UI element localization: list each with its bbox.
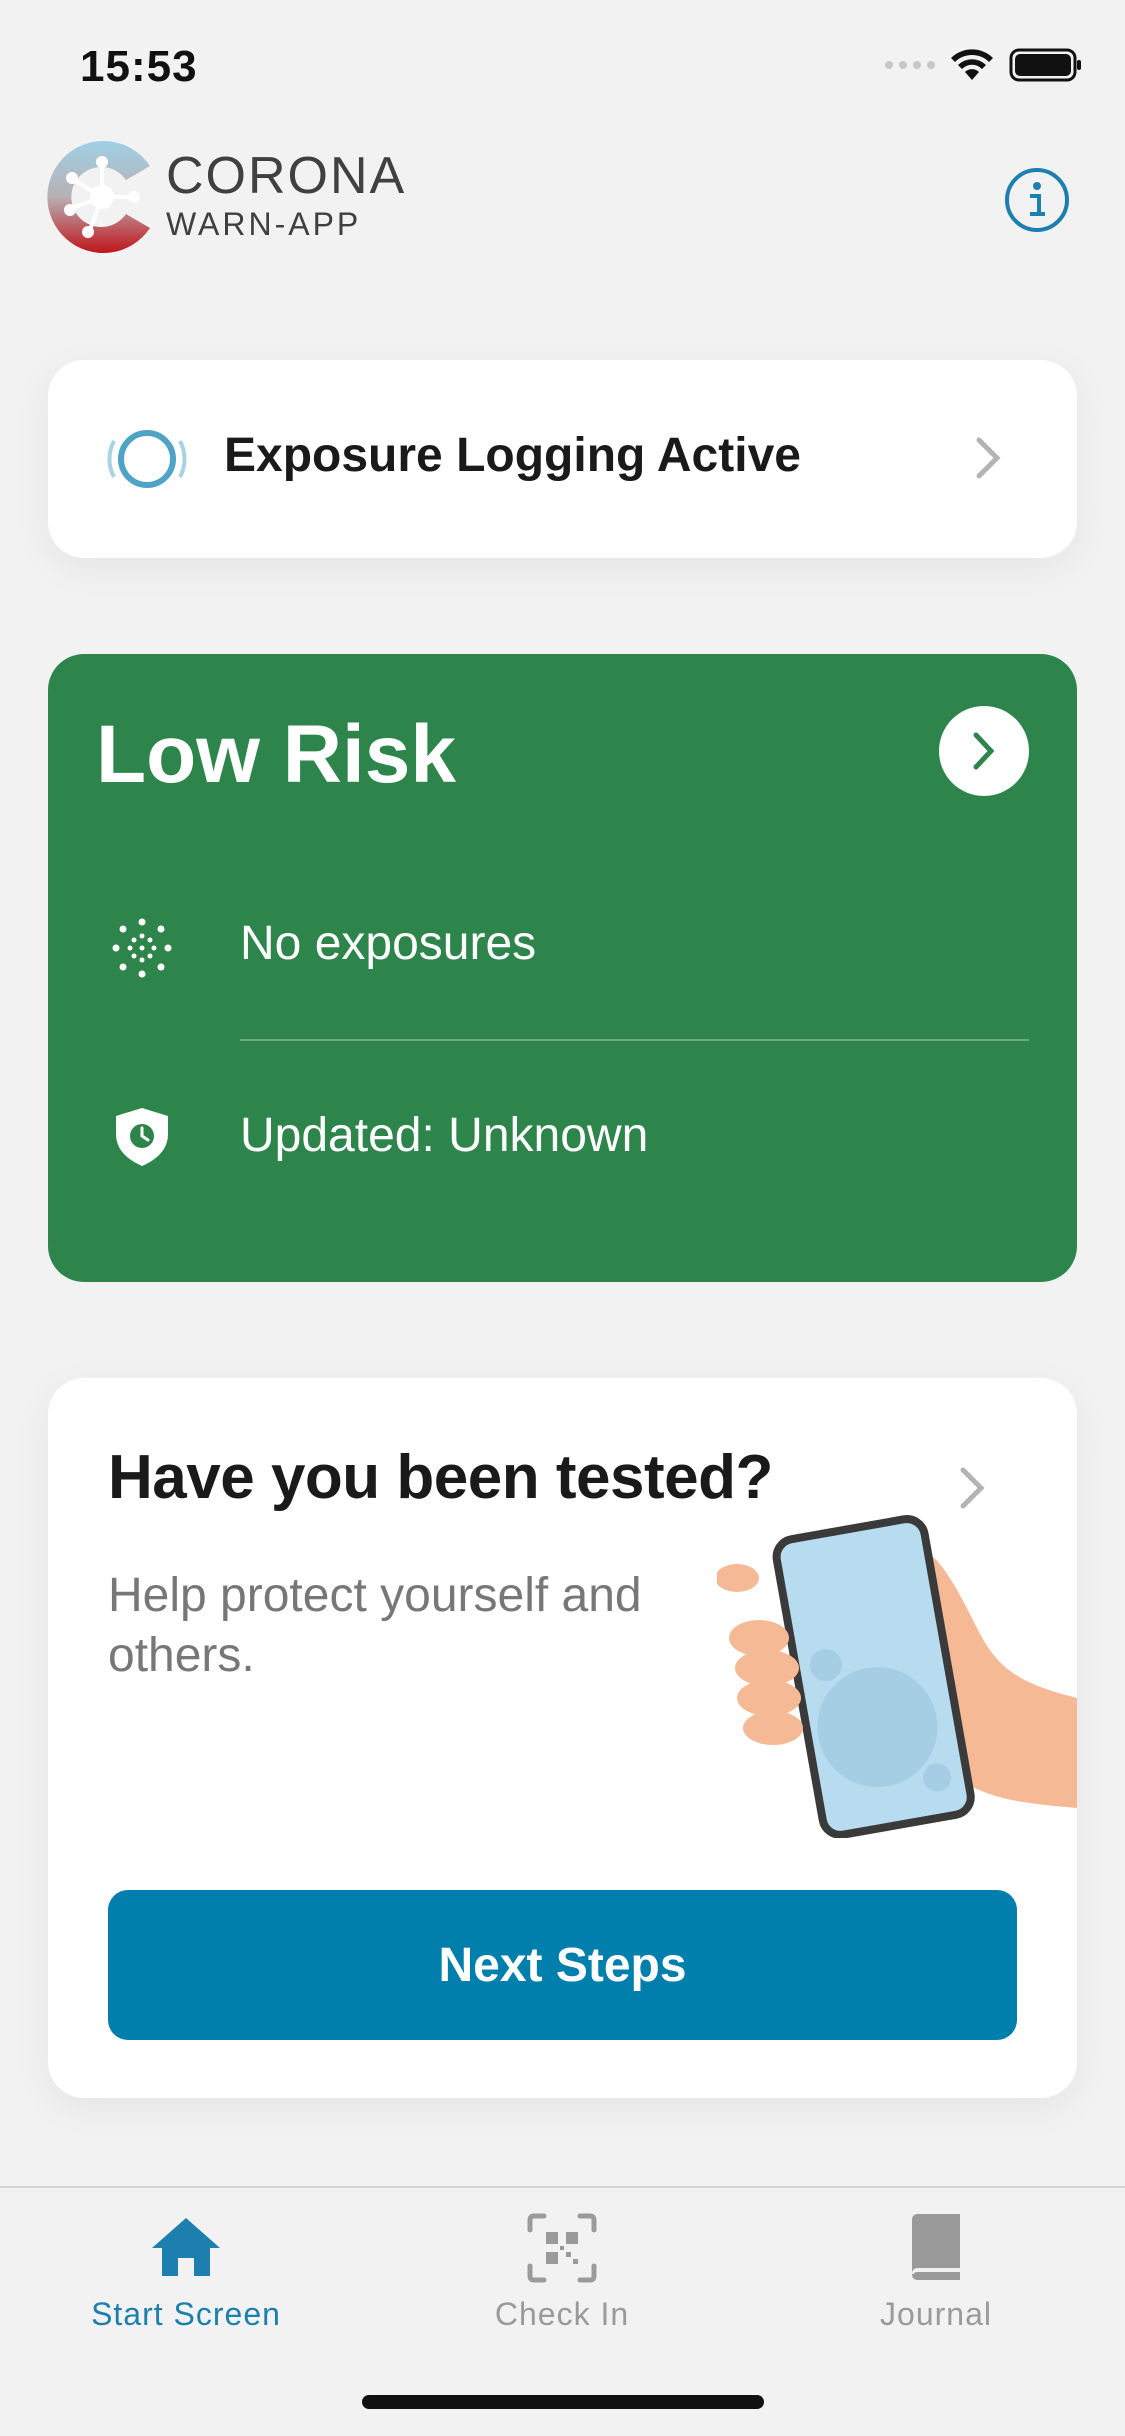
tab-check-in[interactable]: Check In [432,2208,692,2333]
risk-divider [240,1039,1029,1041]
cellular-signal-icon [885,61,935,69]
exposure-logging-status-icon [107,430,187,488]
updated-text: Updated: Unknown [240,1109,649,1162]
home-icon [152,2218,220,2276]
tab-journal[interactable]: Journal [806,2208,1066,2333]
virus-exposure-icon [112,918,172,978]
tested-title: Have you been tested? [108,1443,773,1512]
brand-subtitle: WARN-APP [166,206,362,242]
wifi-icon [951,49,993,80]
exposures-text: No exposures [240,917,537,970]
risk-title: Low Risk [96,709,456,800]
tab-label: Journal [880,2296,992,2332]
tab-label: Start Screen [91,2296,281,2332]
corona-warn-app-logo [47,141,150,254]
next-steps-button[interactable]: Next Steps [108,1890,1017,2040]
book-icon [912,2214,960,2280]
home-indicator[interactable] [362,2395,764,2409]
info-icon[interactable] [1003,166,1071,234]
chevron-right-icon [973,732,995,770]
home-screen: 15:53 CORONA WARN-APP Exposure Logging A… [0,0,1125,2436]
battery-icon [1009,48,1081,82]
exposure-logging-card[interactable]: Exposure Logging Active [48,360,1077,558]
risk-status-card[interactable]: Low Risk No exposures Updated: Unknown [48,654,1077,1282]
status-icons [885,48,1083,82]
tested-description: Help protect yourself and others. [108,1569,642,1682]
chevron-right-icon [976,437,1001,479]
tab-start-screen[interactable]: Start Screen [56,2208,316,2333]
phone-in-hand-illustration [717,1515,1077,1838]
tested-card[interactable]: Have you been tested? Help protect yours… [48,1378,1077,2098]
exposure-logging-label: Exposure Logging Active [224,429,801,482]
risk-details-button[interactable] [939,706,1029,796]
brand-title: CORONA [166,147,407,205]
chevron-right-icon [960,1467,985,1509]
tab-label: Check In [494,2296,630,2332]
shield-clock-icon [116,1108,168,1166]
status-time: 15:53 [80,42,198,91]
brand-name: CORONA WARN-APP [166,148,406,242]
qr-code-icon [527,2213,597,2283]
